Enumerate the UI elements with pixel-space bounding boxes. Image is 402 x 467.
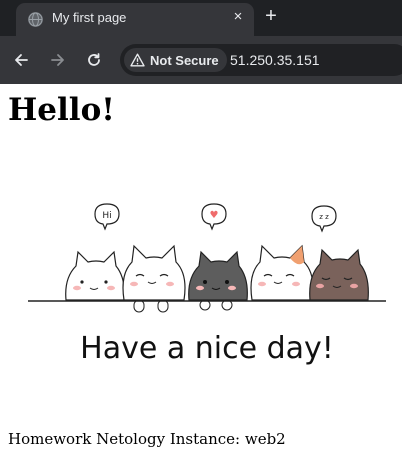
cat-white-2 [122,244,186,313]
globe-icon [28,12,43,27]
arrow-left-icon [15,54,28,66]
security-chip[interactable]: Not Secure [124,48,227,72]
browser-tab[interactable]: My first page × [16,3,254,36]
bubble-sleep-text: z z [319,213,329,221]
close-tab-icon[interactable]: × [230,9,246,25]
reload-button[interactable] [85,51,103,69]
heart-icon: ♥ [210,210,219,221]
tab-title: My first page [52,10,127,25]
page-heading: Hello! [8,92,115,128]
forward-button[interactable] [49,51,67,69]
back-button[interactable] [12,51,30,69]
reload-icon [88,53,100,66]
illustration-message: Have a nice day! [80,331,334,366]
warning-triangle-icon [130,53,145,67]
browser-toolbar: Not Secure 51.250.35.151 [0,36,402,84]
cat-brown [309,248,369,301]
address-bar[interactable]: Not Secure 51.250.35.151 [120,44,402,76]
cat-calico [250,244,314,301]
browser-tab-strip: My first page × + [0,0,402,36]
speech-bubble-sleep: z z [311,205,337,233]
bubble-hi-text: Hi [102,211,111,221]
cats-illustration: Hi ♥ z z Have a nice day! [28,203,386,366]
security-label: Not Secure [150,52,219,68]
arrow-right-icon [51,54,64,66]
url-text[interactable]: 51.250.35.151 [230,52,320,68]
speech-bubble-hi: Hi [94,203,120,231]
speech-bubble-heart: ♥ [201,203,227,231]
new-tab-button[interactable]: + [262,6,280,26]
cat-white-1 [65,250,125,301]
page-content: Hello! Hi ♥ z z Have a nice day! Homewor… [0,84,402,467]
instance-caption: Homework Netology Instance: web2 [8,430,286,448]
